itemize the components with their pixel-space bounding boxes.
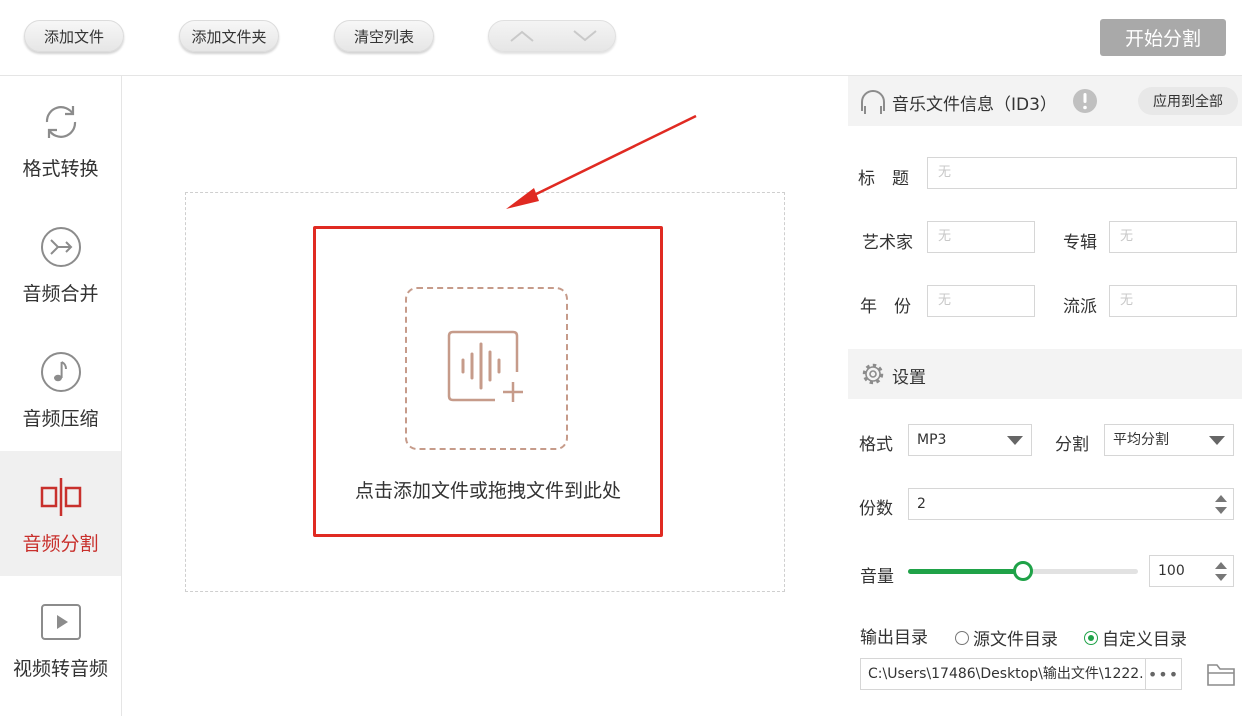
album-field[interactable]: 无	[1109, 221, 1237, 253]
format-label: 格式	[859, 435, 893, 455]
browse-more-button[interactable]: •••	[1146, 658, 1182, 690]
stepper-up-icon[interactable]	[1215, 495, 1227, 502]
dropzone-icon-frame	[405, 287, 568, 450]
parts-label: 份数	[859, 499, 893, 519]
sidebar-item-label: 格式转换	[22, 158, 99, 180]
settings-section-header: 设置	[848, 349, 1242, 399]
move-up-button[interactable]	[502, 25, 542, 47]
move-buttons-group	[488, 20, 616, 52]
radio-circle-selected	[1084, 630, 1098, 645]
add-file-dropzone[interactable]: 点击添加文件或拖拽文件到此处	[313, 226, 663, 537]
sidebar-item-audio-split[interactable]: 音频分割	[0, 451, 121, 576]
info-exclamation-icon[interactable]	[1072, 88, 1098, 114]
sidebar-item-label: 音频合并	[22, 283, 99, 305]
radio-source-dir[interactable]: 源文件目录	[955, 625, 1058, 650]
chevron-up-icon	[510, 30, 534, 42]
app-window: 添加文件 添加文件夹 清空列表 开始分割 格式转换 音频合并 音频压缩 音频分割…	[0, 0, 1242, 716]
radio-label: 源文件目录	[973, 630, 1058, 650]
headphones-icon	[861, 90, 885, 114]
stepper-down-icon[interactable]	[1215, 574, 1227, 581]
add-folder-button[interactable]: 添加文件夹	[179, 20, 279, 52]
sidebar-item-label: 音频压缩	[22, 408, 99, 430]
split-label: 分割	[1055, 435, 1089, 455]
genre-field[interactable]: 无	[1109, 285, 1237, 317]
stepper-down-icon[interactable]	[1215, 507, 1227, 514]
chevron-down-icon	[573, 30, 597, 42]
output-path-field[interactable]: C:\Users\17486\Desktop\输出文件\1222.	[860, 658, 1146, 690]
folder-icon	[1207, 664, 1235, 686]
split-mode-select[interactable]: 平均分割	[1104, 424, 1234, 456]
artist-label: 艺术家	[862, 233, 913, 253]
volume-slider-fill	[908, 569, 1023, 574]
sidebar-item-audio-compress[interactable]: 音频压缩	[0, 326, 121, 451]
merge-arrows-icon	[40, 227, 81, 267]
dropzone-hint: 点击添加文件或拖拽文件到此处	[354, 480, 621, 502]
radio-custom-dir[interactable]: 自定义目录	[1084, 625, 1187, 650]
output-dir-label: 输出目录	[860, 628, 928, 648]
format-select[interactable]: MP3	[908, 424, 1032, 456]
sidebar-item-label: 音频分割	[22, 533, 99, 555]
apply-to-all-button[interactable]: 应用到全部	[1138, 87, 1238, 115]
settings-section-title: 设置	[892, 368, 926, 388]
audio-wave-add-icon	[447, 330, 523, 402]
format-select-value: MP3	[917, 432, 947, 448]
sidebar-item-label: 视频转音频	[12, 658, 108, 680]
year-field[interactable]: 无	[927, 285, 1035, 317]
volume-value: 100	[1158, 563, 1185, 579]
parts-stepper[interactable]: 2	[908, 488, 1234, 520]
open-folder-button[interactable]	[1206, 661, 1236, 687]
title-field[interactable]: 无	[927, 157, 1237, 189]
radio-label: 自定义目录	[1102, 630, 1187, 650]
radio-circle	[955, 630, 969, 645]
refresh-cycle-icon	[45, 106, 76, 138]
add-file-button[interactable]: 添加文件	[24, 20, 124, 52]
music-note-icon	[40, 352, 81, 392]
clear-list-button[interactable]: 清空列表	[334, 20, 434, 52]
album-label: 专辑	[1063, 233, 1097, 253]
split-audio-icon	[40, 478, 81, 516]
title-label: 标 题	[858, 169, 909, 189]
gear-icon	[862, 363, 884, 385]
top-toolbar: 添加文件 添加文件夹 清空列表 开始分割	[0, 0, 1242, 76]
start-split-button[interactable]: 开始分割	[1100, 19, 1226, 56]
sidebar-item-video-to-audio[interactable]: 视频转音频	[0, 576, 121, 701]
pointer-arrow-annotation	[506, 114, 697, 209]
play-video-icon	[40, 604, 81, 640]
volume-stepper[interactable]: 100	[1149, 555, 1234, 587]
volume-label: 音量	[860, 567, 894, 587]
volume-slider[interactable]	[908, 561, 1138, 581]
artist-field[interactable]: 无	[927, 221, 1035, 253]
move-down-button[interactable]	[565, 25, 605, 47]
sidebar-item-format-convert[interactable]: 格式转换	[0, 76, 121, 201]
right-panel: 音乐文件信息（ID3） 应用到全部 标 题 无 艺术家 无 专辑 无 年 份 无…	[848, 76, 1242, 716]
stepper-up-icon[interactable]	[1215, 562, 1227, 569]
id3-section-header: 音乐文件信息（ID3） 应用到全部	[848, 76, 1242, 126]
genre-label: 流派	[1063, 297, 1097, 317]
chevron-down-icon	[1007, 436, 1023, 445]
year-label: 年 份	[860, 297, 911, 317]
volume-slider-thumb[interactable]	[1013, 561, 1033, 581]
sidebar-item-audio-merge[interactable]: 音频合并	[0, 201, 121, 326]
sidebar: 格式转换 音频合并 音频压缩 音频分割 视频转音频	[0, 76, 122, 716]
split-mode-value: 平均分割	[1113, 432, 1169, 448]
parts-value: 2	[917, 496, 926, 512]
chevron-down-icon	[1209, 436, 1225, 445]
id3-section-title: 音乐文件信息（ID3）	[892, 95, 1057, 115]
